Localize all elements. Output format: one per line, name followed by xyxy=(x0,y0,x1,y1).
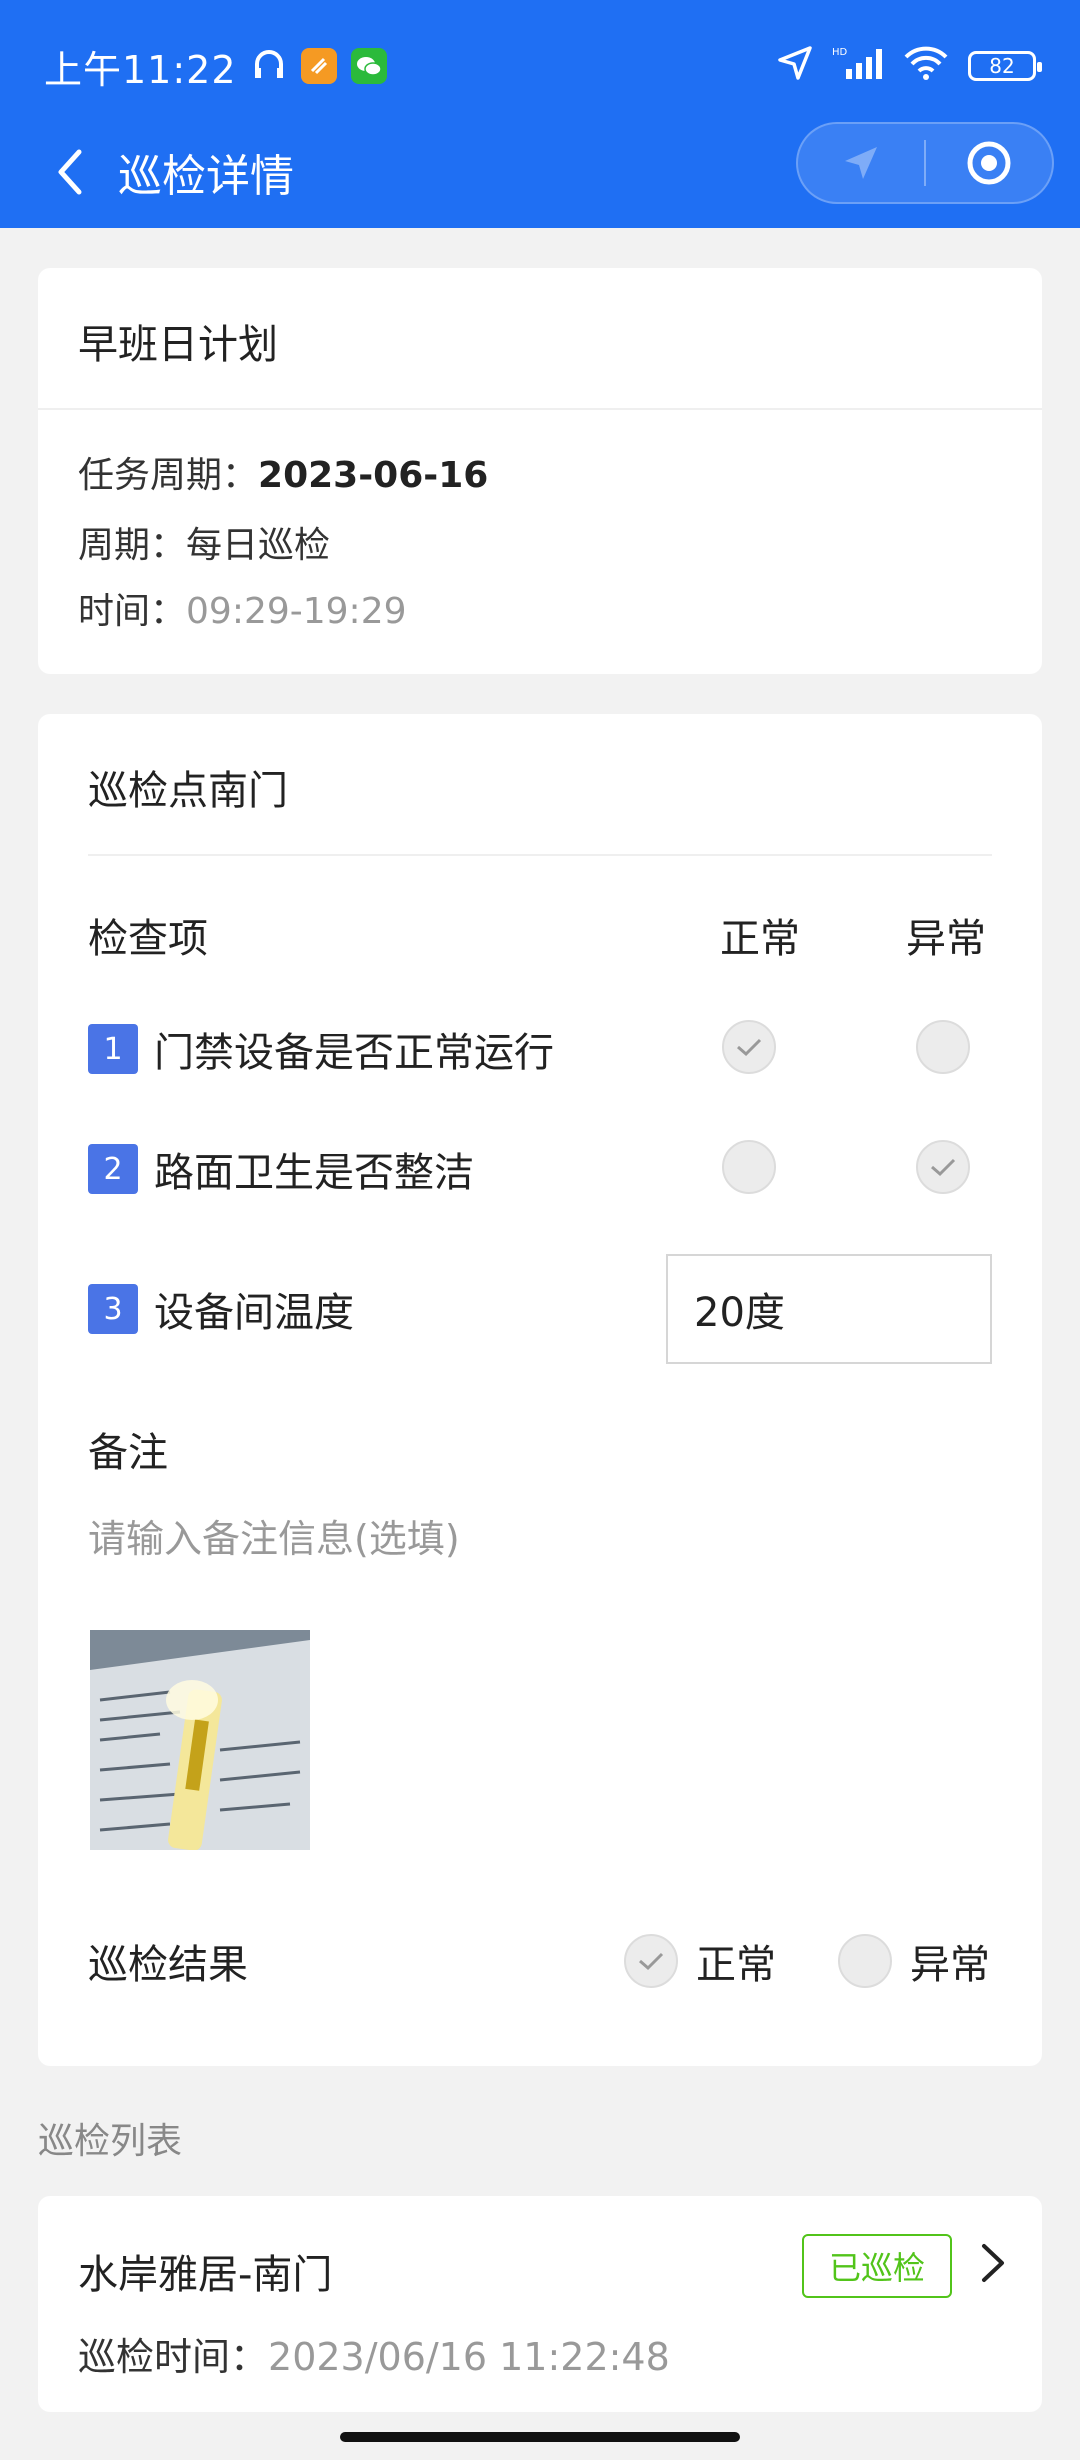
inspection-time-value: 2023/06/16 11:22:48 xyxy=(268,2335,670,2379)
status-badge: 已巡检 xyxy=(802,2234,952,2298)
inspection-time-row: 巡检时间：2023/06/16 11:22:48 xyxy=(78,2326,670,2381)
remark-input[interactable]: 请输入备注信息(选填) xyxy=(88,1508,460,1563)
item-1-abnormal-radio[interactable] xyxy=(916,1020,970,1074)
checkpoint-title: 巡检点南门 xyxy=(88,768,288,814)
wifi-icon xyxy=(902,45,950,88)
result-abnormal-radio[interactable] xyxy=(838,1934,892,1988)
status-right: HD 82 xyxy=(776,44,1042,89)
task-period-label: 任务周期： xyxy=(78,455,259,496)
result-abnormal-label: 异常 xyxy=(910,1942,990,1988)
result-normal-label: 正常 xyxy=(696,1942,776,1988)
signal-icon: HD xyxy=(832,45,884,88)
status-bar: 上午11:22 HD 82 xyxy=(0,0,1080,132)
check-icon xyxy=(931,1158,956,1177)
result-normal-option[interactable]: 正常 xyxy=(624,1932,776,1990)
cycle-value: 每日巡检 xyxy=(186,525,331,566)
chevron-right-icon[interactable] xyxy=(968,2238,1018,2288)
chevron-left-icon xyxy=(58,149,82,195)
close-mini-program-button[interactable] xyxy=(926,124,1052,202)
back-button[interactable] xyxy=(40,142,100,202)
remark-label: 备注 xyxy=(88,1430,168,1476)
headset-icon xyxy=(251,46,287,86)
location-name: 水岸雅居-南门 xyxy=(78,2252,333,2298)
nav-bar: 巡检详情 xyxy=(0,122,1080,228)
app-notification-icon xyxy=(300,48,337,84)
item-number-badge: 2 xyxy=(88,1144,138,1194)
app-header: 上午11:22 HD 82 巡检详情 xyxy=(0,0,1080,228)
share-location-button[interactable] xyxy=(798,124,924,202)
checkpoint-card: 巡检点南门 检查项 正常 异常 1 门禁设备是否正常运行 2 路面卫生是否整洁 … xyxy=(38,714,1042,2066)
header-check-item: 检查项 xyxy=(88,916,208,962)
time-row: 时间：09:29-19:29 xyxy=(78,582,407,634)
task-period-value: 2023-06-16 xyxy=(258,455,489,496)
check-icon xyxy=(639,1952,664,1971)
check-item-row: 2 路面卫生是否整洁 xyxy=(88,1134,474,1204)
battery-indicator: 82 xyxy=(968,51,1042,81)
svg-text:HD: HD xyxy=(832,47,848,58)
status-left: 上午11:22 xyxy=(44,39,387,94)
checkpoint-divider xyxy=(88,854,992,856)
target-circle-icon xyxy=(967,141,1011,185)
header-normal: 正常 xyxy=(720,916,800,962)
cycle-row: 周期：每日巡检 xyxy=(78,516,330,568)
wechat-icon xyxy=(350,48,387,84)
temperature-input[interactable]: 20度 xyxy=(666,1254,992,1364)
check-item-row: 1 门禁设备是否正常运行 xyxy=(88,1014,554,1084)
item-2-abnormal-radio[interactable] xyxy=(916,1140,970,1194)
result-normal-radio[interactable] xyxy=(624,1934,678,1988)
result-abnormal-option[interactable]: 异常 xyxy=(838,1932,990,1990)
navigation-arrow-icon xyxy=(845,147,877,179)
attached-photo-thumbnail[interactable] xyxy=(90,1630,310,1850)
item-number-badge: 1 xyxy=(88,1024,138,1074)
item-1-normal-radio[interactable] xyxy=(722,1020,776,1074)
inspection-list-item[interactable]: 水岸雅居-南门 已巡检 巡检时间：2023/06/16 11:22:48 xyxy=(38,2196,1042,2412)
inspection-list-label: 巡检列表 xyxy=(38,2121,183,2162)
check-item-label: 路面卫生是否整洁 xyxy=(154,1150,474,1196)
plan-title: 早班日计划 xyxy=(78,322,278,368)
home-indicator[interactable] xyxy=(340,2432,740,2442)
header-abnormal: 异常 xyxy=(906,916,986,962)
mini-program-capsule xyxy=(796,122,1054,204)
cycle-label: 周期： xyxy=(78,525,187,566)
result-label: 巡检结果 xyxy=(88,1942,248,1988)
check-item-label: 设备间温度 xyxy=(154,1290,354,1336)
item-2-normal-radio[interactable] xyxy=(722,1140,776,1194)
time-label: 时间： xyxy=(78,591,187,632)
photo-image xyxy=(90,1630,310,1850)
location-icon xyxy=(776,44,814,89)
battery-level: 82 xyxy=(989,54,1015,78)
item-number-badge: 3 xyxy=(88,1284,138,1334)
check-icon xyxy=(737,1038,762,1057)
task-period-row: 任务周期：2023-06-16 xyxy=(78,446,488,498)
check-item-label: 门禁设备是否正常运行 xyxy=(154,1030,554,1076)
plan-divider xyxy=(38,408,1042,410)
time-value: 09:29-19:29 xyxy=(186,591,407,632)
inspection-time-label: 巡检时间： xyxy=(78,2335,269,2379)
status-time: 上午11:22 xyxy=(44,47,237,92)
plan-card: 早班日计划 任务周期：2023-06-16 周期：每日巡检 时间：09:29-1… xyxy=(38,268,1042,674)
check-item-row: 3 设备间温度 xyxy=(88,1274,354,1344)
page-title: 巡检详情 xyxy=(118,151,294,202)
